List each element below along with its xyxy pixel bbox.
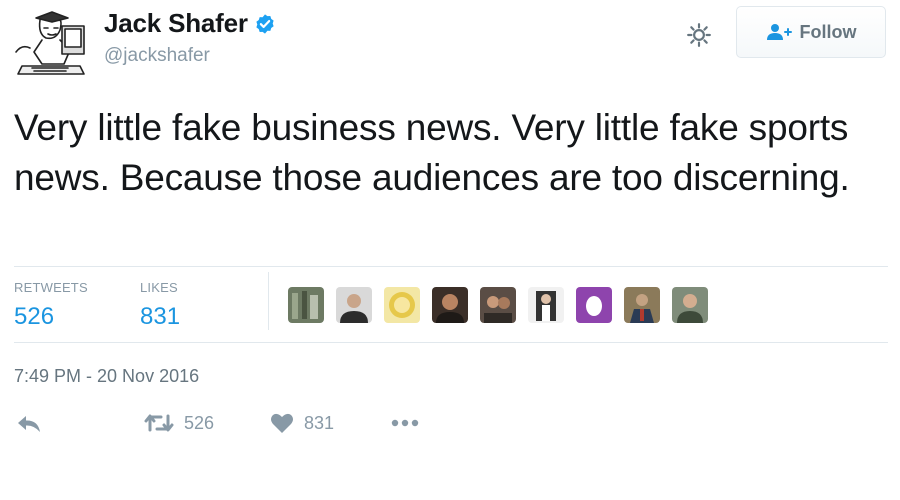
liker-avatar[interactable]	[336, 287, 372, 323]
divider	[14, 266, 888, 267]
likes-label: LIKES	[140, 280, 178, 295]
user-handle[interactable]: @jackshafer	[104, 45, 276, 67]
more-button[interactable]	[390, 418, 420, 428]
heart-icon	[271, 413, 293, 433]
stats-separator	[268, 272, 269, 330]
retweets-count: 526	[14, 303, 55, 330]
user-info: Jack Shafer @jackshafer	[104, 8, 276, 67]
liker-avatar[interactable]	[528, 287, 564, 323]
user-name[interactable]: Jack Shafer	[104, 8, 248, 39]
follow-button[interactable]: Follow	[736, 6, 886, 58]
liker-avatar[interactable]	[672, 287, 708, 323]
liker-avatar[interactable]	[576, 287, 612, 323]
retweet-button[interactable]: 526	[144, 412, 214, 434]
follow-button-label: Follow	[799, 21, 857, 42]
gear-icon[interactable]	[686, 22, 712, 48]
retweets-stat[interactable]: RETWEETS 526	[14, 280, 88, 331]
retweet-count: 526	[184, 412, 215, 433]
divider	[14, 342, 888, 343]
liker-avatar[interactable]	[384, 287, 420, 323]
tweet-timestamp[interactable]: 7:49 PM - 20 Nov 2016	[14, 366, 199, 387]
reply-icon	[18, 416, 40, 432]
likes-count: 831	[140, 303, 181, 330]
liker-avatar[interactable]	[480, 287, 516, 323]
like-count: 831	[304, 412, 335, 433]
more-icon	[391, 419, 419, 427]
liker-avatar[interactable]	[432, 287, 468, 323]
likers-avatars	[288, 287, 720, 323]
name-row: Jack Shafer	[104, 8, 276, 39]
liker-avatar[interactable]	[288, 287, 324, 323]
avatar[interactable]	[12, 4, 90, 82]
verified-badge-icon	[256, 13, 274, 34]
add-user-icon	[766, 24, 792, 40]
retweet-icon	[144, 414, 174, 432]
tweet-text: Very little fake business news. Very lit…	[14, 107, 850, 198]
retweets-label: RETWEETS	[14, 280, 88, 295]
liker-avatar[interactable]	[624, 287, 660, 323]
likes-stat[interactable]: LIKES 831	[140, 280, 180, 331]
like-button[interactable]: 831	[270, 412, 334, 434]
reply-button[interactable]	[16, 412, 42, 434]
